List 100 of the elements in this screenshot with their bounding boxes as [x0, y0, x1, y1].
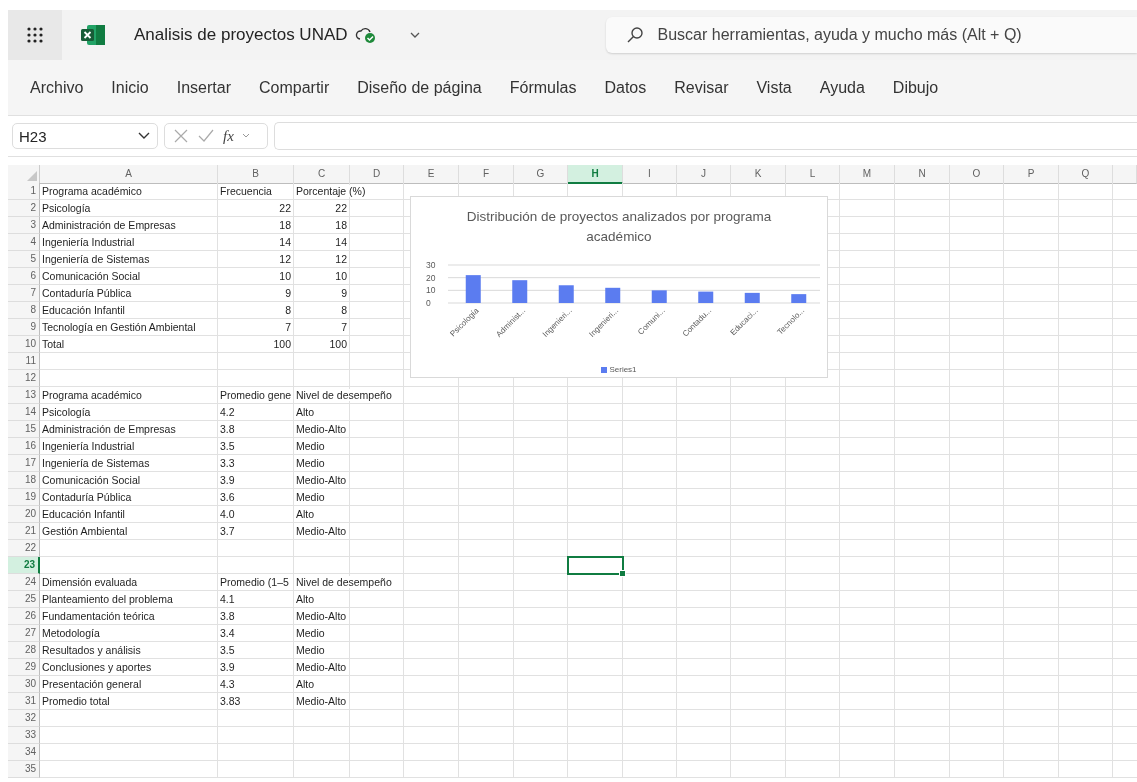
- menu-tab[interactable]: Dibujo: [892, 78, 939, 97]
- table-cell: Programa académico: [42, 389, 142, 401]
- table-cell: 100: [273, 338, 291, 350]
- table-cell: Contaduría Pública: [42, 491, 132, 503]
- row-header[interactable]: 7: [8, 285, 40, 302]
- table-cell: Porcentaje (%): [296, 185, 366, 197]
- column-header[interactable]: [1113, 165, 1137, 184]
- column-header[interactable]: H: [568, 165, 623, 184]
- table-cell: Dimensión evaluada: [42, 576, 138, 588]
- row-header[interactable]: 2: [8, 200, 40, 217]
- search-icon: [625, 26, 644, 44]
- row-header[interactable]: 12: [8, 370, 40, 387]
- table-cell: 10: [335, 270, 347, 282]
- table-cell: 14: [335, 236, 347, 248]
- axis-tick-label: 30: [426, 260, 436, 270]
- table-cell: 12: [335, 253, 347, 265]
- menu-tab[interactable]: Archivo: [30, 78, 84, 97]
- menu-tab[interactable]: Datos: [604, 78, 647, 97]
- row-header[interactable]: 30: [8, 676, 40, 693]
- table-cell: Nivel de desempeño: [296, 576, 392, 588]
- column-header[interactable]: A: [40, 165, 218, 184]
- table-cell: 3.6: [220, 491, 235, 503]
- row-header[interactable]: 1: [8, 183, 40, 200]
- table-cell: Presentación general: [42, 678, 142, 690]
- column-header[interactable]: B: [218, 165, 294, 184]
- menu-tab[interactable]: Revisar: [674, 78, 729, 97]
- table-cell: 22: [279, 202, 291, 214]
- row-header[interactable]: 27: [8, 625, 40, 642]
- column-header[interactable]: F: [459, 165, 514, 184]
- column-header[interactable]: N: [895, 165, 950, 184]
- row-header[interactable]: 10: [8, 336, 40, 353]
- column-header[interactable]: E: [404, 165, 459, 184]
- row-header[interactable]: 4: [8, 234, 40, 251]
- row-header[interactable]: 9: [8, 319, 40, 336]
- table-cell: 3.9: [220, 661, 235, 673]
- document-title[interactable]: Analisis de proyectos UNAD: [134, 25, 348, 45]
- column-header[interactable]: M: [840, 165, 895, 184]
- row-header[interactable]: 35: [8, 761, 40, 778]
- row-header[interactable]: 25: [8, 591, 40, 608]
- column-header[interactable]: P: [1004, 165, 1059, 184]
- row-header[interactable]: 20: [8, 506, 40, 523]
- table-cell: 18: [335, 219, 347, 231]
- row-header[interactable]: 6: [8, 268, 40, 285]
- cancel-icon[interactable]: [173, 128, 189, 144]
- search-field[interactable]: Buscar herramientas, ayuda y mucho más (Alt + Q): [605, 17, 1137, 53]
- row-header[interactable]: 8: [8, 302, 40, 319]
- table-cell: 14: [279, 236, 291, 248]
- row-header[interactable]: 3: [8, 217, 40, 234]
- row-header[interactable]: 13: [8, 387, 40, 404]
- row-header[interactable]: 5: [8, 251, 40, 268]
- table-cell: Medio-Alto: [296, 695, 347, 707]
- row-header[interactable]: 31: [8, 693, 40, 710]
- row-header[interactable]: 14: [8, 404, 40, 421]
- row-header[interactable]: 17: [8, 455, 40, 472]
- menu-tab[interactable]: Inicio: [111, 78, 149, 97]
- column-header[interactable]: J: [677, 165, 731, 184]
- name-box[interactable]: H23: [12, 123, 158, 149]
- row-header[interactable]: 32: [8, 710, 40, 727]
- column-header[interactable]: L: [786, 165, 840, 184]
- row-header[interactable]: 26: [8, 608, 40, 625]
- row-header[interactable]: 34: [8, 744, 40, 761]
- column-header[interactable]: K: [731, 165, 786, 184]
- row-header[interactable]: 19: [8, 489, 40, 506]
- row-header[interactable]: 11: [8, 353, 40, 370]
- legend-label: Series1: [609, 365, 637, 374]
- formula-input[interactable]: [274, 122, 1137, 150]
- row-header[interactable]: 33: [8, 727, 40, 744]
- row-header[interactable]: 15: [8, 421, 40, 438]
- cloud-check-icon: [353, 25, 378, 45]
- row-header[interactable]: 21: [8, 523, 40, 540]
- row-header[interactable]: 22: [8, 540, 40, 557]
- menu-tab[interactable]: Insertar: [176, 78, 231, 97]
- column-header[interactable]: C: [294, 165, 350, 184]
- row-header[interactable]: 18: [8, 472, 40, 489]
- insert-function-button[interactable]: fx: [223, 127, 234, 145]
- chevron-down-icon: [137, 131, 151, 141]
- table-cell: 100: [329, 338, 347, 350]
- checkmark-icon[interactable]: [197, 128, 215, 144]
- table-cell: Ingeniería Industrial: [42, 236, 135, 248]
- row-header[interactable]: 29: [8, 659, 40, 676]
- column-header[interactable]: D: [350, 165, 404, 184]
- menu-tab[interactable]: Ayuda: [819, 78, 865, 97]
- axis-tick-label: 0: [426, 298, 431, 308]
- column-header[interactable]: O: [950, 165, 1004, 184]
- table-cell: Resultados y análisis: [42, 644, 141, 656]
- menu-tab[interactable]: Compartir: [258, 78, 330, 97]
- menu-tab[interactable]: Diseño de página: [357, 78, 482, 97]
- column-header[interactable]: Q: [1059, 165, 1113, 184]
- menu-tab[interactable]: Vista: [756, 78, 792, 97]
- menu-tab[interactable]: Fórmulas: [509, 78, 577, 97]
- select-all-icon[interactable]: [27, 171, 37, 181]
- column-header[interactable]: I: [623, 165, 677, 184]
- row-header[interactable]: 23: [8, 557, 40, 574]
- row-header[interactable]: 28: [8, 642, 40, 659]
- table-cell: Promedio gene: [220, 389, 292, 401]
- selected-cell[interactable]: [567, 556, 624, 575]
- row-header[interactable]: 24: [8, 574, 40, 591]
- column-header[interactable]: G: [514, 165, 568, 184]
- row-header[interactable]: 16: [8, 438, 40, 455]
- app-launcher-button[interactable]: [8, 10, 62, 60]
